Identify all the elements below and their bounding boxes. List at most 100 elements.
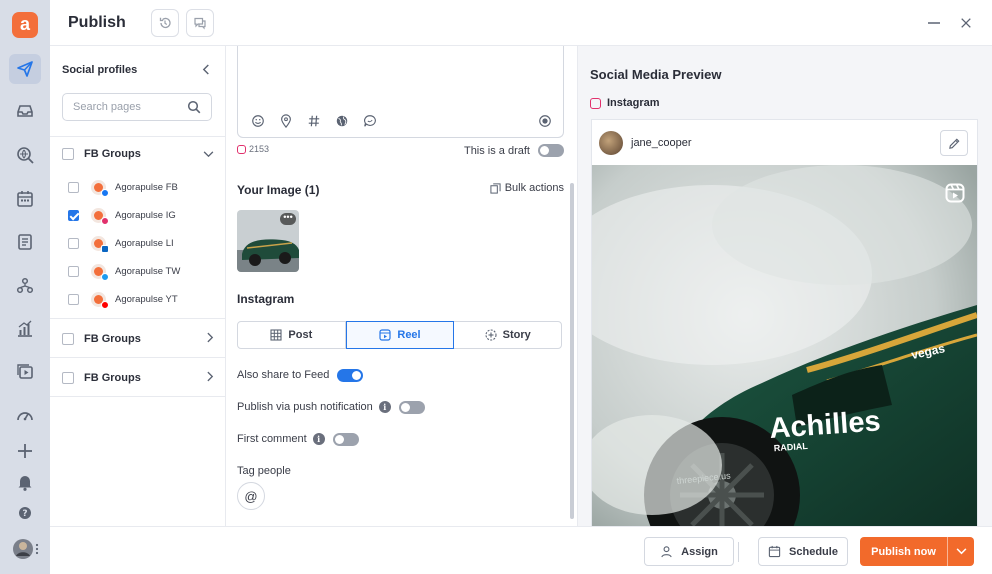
info-icon[interactable]: i — [312, 433, 325, 445]
twitter-icon — [101, 272, 109, 281]
push-toggle[interactable] — [398, 400, 425, 414]
group-checkbox[interactable] — [62, 148, 74, 160]
publish-now-button[interactable]: Publish now — [860, 537, 948, 566]
share-feed-toggle[interactable] — [337, 368, 364, 382]
profile-item[interactable]: Agorapulse IG — [68, 206, 218, 225]
calendar-icon — [768, 545, 781, 558]
agorapulse-logo[interactable]: a — [12, 12, 38, 38]
composer-scrollbar[interactable] — [570, 183, 574, 519]
team-nav-icon[interactable] — [9, 271, 41, 301]
user-avatar[interactable] — [9, 534, 41, 564]
chevron-down-icon[interactable] — [203, 147, 214, 161]
reports-nav-icon[interactable] — [9, 314, 41, 344]
edit-preview-button[interactable] — [940, 130, 968, 156]
share-feed-option: Also share to Feed — [237, 367, 364, 383]
image-thumbnail[interactable]: ••• — [237, 210, 299, 272]
profile-item[interactable]: Agorapulse YT — [68, 290, 218, 309]
mention-button[interactable]: @ — [237, 482, 265, 510]
assign-button[interactable]: Assign — [644, 537, 734, 566]
youtube-icon — [101, 300, 109, 309]
preview-title: Social Media Preview — [590, 67, 722, 82]
tab-story[interactable]: Story — [454, 322, 561, 348]
draft-toggle[interactable] — [538, 144, 564, 157]
profile-item[interactable]: Agorapulse TW — [68, 262, 218, 281]
instagram-section-title: Instagram — [237, 292, 295, 306]
group-checkbox[interactable] — [62, 333, 74, 345]
chevron-right-icon[interactable] — [207, 332, 214, 346]
info-icon[interactable]: i — [378, 401, 391, 413]
tab-reel[interactable]: Reel — [345, 321, 455, 349]
profile-label: Agorapulse LI — [115, 237, 174, 249]
inbox-nav-icon[interactable] — [9, 96, 41, 126]
assign-label: Assign — [681, 545, 718, 558]
profile-checkbox[interactable] — [68, 293, 79, 305]
create-nav-icon[interactable] — [9, 436, 41, 466]
preview-panel: Social Media Preview Instagram jane_coop… — [577, 46, 992, 526]
minimize-icon — [928, 22, 940, 24]
divider — [50, 318, 226, 319]
chat-icon[interactable] — [362, 113, 378, 129]
notifications-nav-icon[interactable] — [9, 467, 41, 497]
bulk-actions-button[interactable]: Bulk actions — [490, 182, 564, 194]
editor-toolbar — [250, 113, 378, 129]
draft-switch[interactable]: This is a draft — [464, 144, 564, 157]
speed-nav-icon[interactable] — [9, 401, 41, 431]
speed-icon — [17, 412, 33, 421]
media-nav-icon[interactable] — [9, 357, 41, 387]
preview-network-label: Instagram — [607, 97, 660, 109]
chevron-left-icon — [202, 64, 209, 75]
list-nav-icon[interactable] — [9, 227, 41, 257]
history-button[interactable] — [151, 9, 179, 37]
image-section-title: Your Image (1) — [237, 183, 320, 197]
profile-group[interactable]: FB Groups — [62, 368, 214, 388]
calendar-nav-icon[interactable] — [9, 184, 41, 214]
profile-checkbox[interactable] — [68, 181, 79, 193]
profile-checkbox[interactable] — [68, 209, 79, 221]
location-icon[interactable] — [278, 113, 294, 129]
list-icon — [18, 234, 32, 250]
tab-label: Post — [288, 329, 313, 341]
footer-divider — [738, 542, 739, 562]
comments-button[interactable] — [186, 9, 214, 37]
minimize-button[interactable] — [925, 14, 943, 32]
first-comment-label: First comment — [237, 433, 307, 445]
profile-group[interactable]: FB Groups — [62, 144, 214, 164]
image-options-button[interactable]: ••• — [280, 213, 296, 225]
profiles-title: Social profiles — [62, 64, 138, 76]
profile-group[interactable]: FB Groups — [62, 329, 214, 349]
emoji-icon[interactable] — [250, 113, 266, 129]
ai-assistant-icon[interactable] — [537, 113, 553, 129]
divider — [50, 357, 226, 358]
first-comment-toggle[interactable] — [332, 432, 359, 446]
profile-checkbox[interactable] — [68, 265, 79, 277]
close-button[interactable] — [957, 14, 975, 32]
search-icon[interactable] — [187, 100, 201, 117]
help-nav-icon[interactable]: ? — [9, 498, 41, 528]
hashtag-icon[interactable] — [306, 113, 322, 129]
facebook-icon — [101, 188, 109, 197]
profile-avatar — [91, 263, 109, 281]
group-checkbox[interactable] — [62, 372, 74, 384]
globe-icon[interactable] — [334, 113, 350, 129]
listening-nav-icon[interactable] — [9, 140, 41, 170]
profile-item[interactable]: Agorapulse FB — [68, 178, 218, 197]
profile-checkbox[interactable] — [68, 237, 79, 249]
publish-options-button[interactable] — [948, 537, 974, 566]
send-icon — [17, 61, 33, 77]
schedule-button[interactable]: Schedule — [758, 537, 848, 566]
tab-label: Story — [502, 329, 531, 341]
collapse-panel-button[interactable] — [202, 62, 211, 78]
tab-post[interactable]: Post — [238, 322, 346, 348]
profile-avatar — [91, 179, 109, 197]
post-editor[interactable] — [237, 46, 564, 138]
chevron-right-icon[interactable] — [207, 371, 214, 385]
search-input[interactable] — [73, 94, 191, 120]
profile-item[interactable]: Agorapulse LI — [68, 234, 218, 253]
publish-nav-icon[interactable] — [9, 54, 41, 84]
reel-icon — [945, 183, 965, 206]
push-option: Publish via push notification i — [237, 399, 425, 415]
help-icon: ? — [19, 507, 31, 519]
svg-text:?: ? — [22, 509, 27, 519]
search-box — [62, 93, 212, 121]
bell-icon — [18, 476, 32, 491]
